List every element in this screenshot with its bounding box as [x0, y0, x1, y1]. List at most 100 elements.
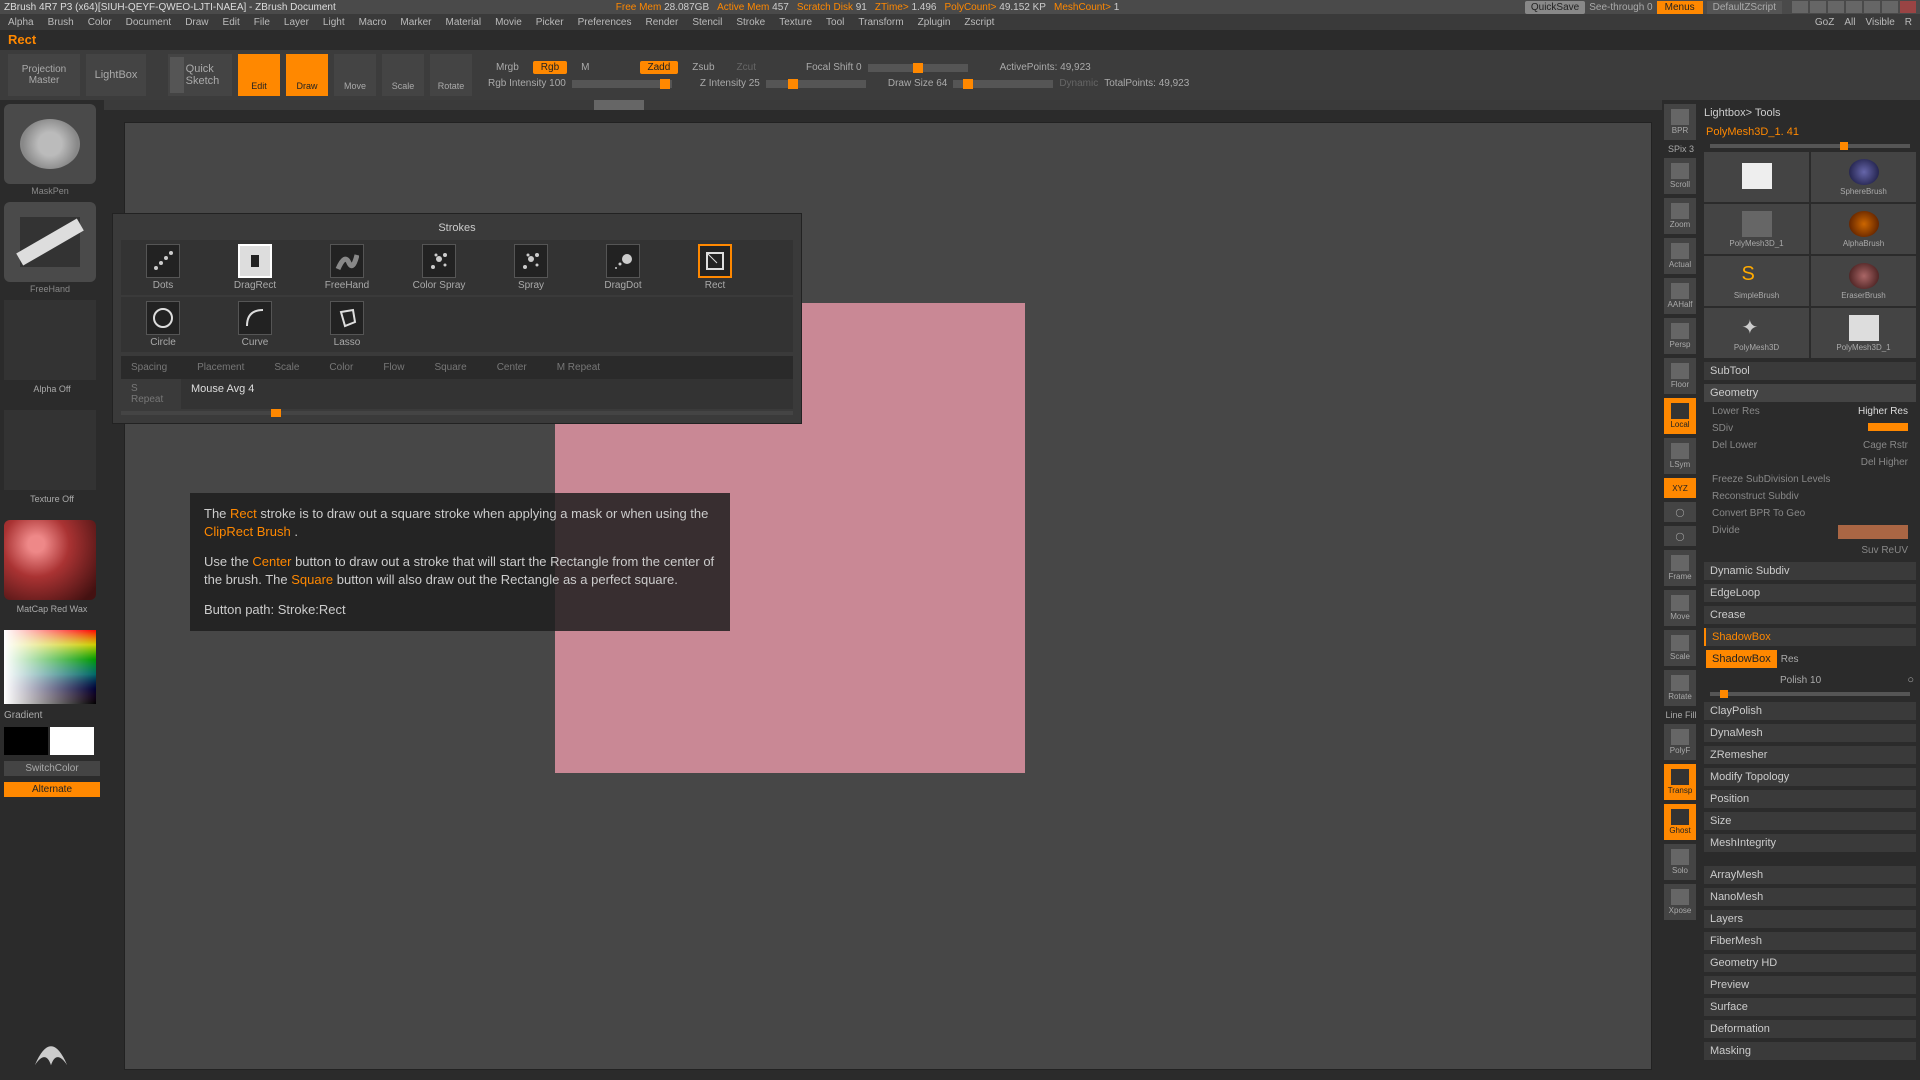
xyz-button[interactable]: XYZ — [1664, 478, 1696, 498]
tool-tile-poly2[interactable]: PolyMesh3D_1 — [1811, 308, 1916, 358]
dynamic-subdiv-section[interactable]: Dynamic Subdiv — [1704, 562, 1916, 580]
tool-slider[interactable] — [1710, 144, 1910, 148]
projection-master-button[interactable]: Projection Master — [8, 54, 80, 96]
tool-tile-sphere[interactable]: SphereBrush — [1811, 152, 1916, 202]
stroke-dragrect[interactable]: DragRect — [227, 244, 283, 291]
menu-stroke[interactable]: Stroke — [736, 17, 765, 28]
tool-tile-simple[interactable]: SSimpleBrush — [1704, 256, 1809, 306]
slider-scale[interactable]: Scale — [274, 362, 299, 373]
menu-zplugin[interactable]: Zplugin — [918, 17, 951, 28]
color-picker[interactable] — [4, 630, 96, 704]
m-button[interactable]: M — [573, 61, 597, 74]
transp-button[interactable]: Transp — [1664, 764, 1696, 800]
meshintegrity-section[interactable]: MeshIntegrity — [1704, 834, 1916, 852]
position-section[interactable]: Position — [1704, 790, 1916, 808]
stroke-dragdot[interactable]: DragDot — [595, 244, 651, 291]
minimize-icon[interactable] — [1864, 1, 1880, 13]
stroke-curve[interactable]: Curve — [227, 301, 283, 348]
dynamic-button[interactable]: Dynamic — [1059, 78, 1098, 89]
ghost-button[interactable]: Ghost — [1664, 804, 1696, 840]
quicksave-button[interactable]: QuickSave — [1525, 1, 1585, 14]
divide-btn[interactable] — [1838, 525, 1908, 539]
reconstruct-subdiv[interactable]: Reconstruct Subdiv — [1712, 491, 1799, 502]
frame-button[interactable]: Frame — [1664, 550, 1696, 586]
lower-res[interactable]: Lower Res — [1712, 406, 1760, 417]
alpha-thumb[interactable] — [4, 300, 96, 380]
stroke-thumb[interactable]: FreeHand — [4, 202, 96, 282]
texture-thumb[interactable] — [4, 410, 96, 490]
mrgb-button[interactable]: Mrgb — [488, 61, 527, 74]
solo-button[interactable]: Solo — [1664, 844, 1696, 880]
claypolish-section[interactable]: ClayPolish — [1704, 702, 1916, 720]
convert-bpr[interactable]: Convert BPR To Geo — [1712, 508, 1805, 519]
sdiv[interactable]: SDiv — [1712, 423, 1733, 434]
draw-size[interactable]: Draw Size 64 — [888, 78, 947, 89]
polish-circle-icon[interactable]: ○ — [1907, 674, 1914, 686]
menu-alpha[interactable]: Alpha — [8, 17, 34, 28]
geometryhd-section[interactable]: Geometry HD — [1704, 954, 1916, 972]
higher-res[interactable]: Higher Res — [1858, 406, 1908, 417]
lightbox-button[interactable]: LightBox — [86, 54, 146, 96]
menu-texture[interactable]: Texture — [779, 17, 812, 28]
tab-goz[interactable]: GoZ — [1815, 17, 1834, 28]
size-section[interactable]: Size — [1704, 812, 1916, 830]
surface-section[interactable]: Surface — [1704, 998, 1916, 1016]
win-icon[interactable] — [1792, 1, 1808, 13]
win-icon[interactable] — [1846, 1, 1862, 13]
switchcolor-button[interactable]: SwitchColor — [4, 761, 100, 776]
menu-marker[interactable]: Marker — [400, 17, 431, 28]
slider-color[interactable]: Color — [329, 362, 353, 373]
menu-draw[interactable]: Draw — [185, 17, 208, 28]
maximize-icon[interactable] — [1882, 1, 1898, 13]
rotate-button[interactable]: Rotate — [1664, 670, 1696, 706]
aahalf-button[interactable]: AAHalf — [1664, 278, 1696, 314]
swatch-white[interactable] — [50, 727, 94, 755]
tool-tile-poly[interactable]: ✦PolyMesh3D — [1704, 308, 1809, 358]
z-intensity[interactable]: Z Intensity 25 — [700, 78, 760, 89]
layers-section[interactable]: Layers — [1704, 910, 1916, 928]
actual-button[interactable]: Actual — [1664, 238, 1696, 274]
arraymesh-section[interactable]: ArrayMesh — [1704, 866, 1916, 884]
crease-section[interactable]: Crease — [1704, 606, 1916, 624]
gradient-label[interactable]: Gradient — [4, 710, 100, 721]
tool-tile-0[interactable] — [1704, 152, 1809, 202]
slider-mrepeat[interactable]: M Repeat — [557, 362, 600, 373]
modify-topology-section[interactable]: Modify Topology — [1704, 768, 1916, 786]
rgb-int-slider[interactable] — [572, 80, 672, 88]
shadowbox-polish[interactable]: Polish 10 — [1780, 675, 1903, 686]
del-lower[interactable]: Del Lower — [1712, 440, 1757, 451]
axis1-button[interactable]: ◯ — [1664, 502, 1696, 522]
mouse-avg-slider[interactable] — [121, 411, 793, 415]
doc-slider[interactable] — [104, 100, 1662, 110]
menu-zscript[interactable]: Zscript — [964, 17, 994, 28]
menu-brush[interactable]: Brush — [48, 17, 74, 28]
geometry-section[interactable]: Geometry — [1704, 384, 1916, 402]
rotate-mode[interactable]: Rotate — [430, 54, 472, 96]
menu-picker[interactable]: Picker — [536, 17, 564, 28]
mouse-avg[interactable]: Mouse Avg 4 — [181, 379, 793, 409]
stroke-lasso[interactable]: Lasso — [319, 301, 375, 348]
divide[interactable]: Divide — [1712, 525, 1740, 539]
zint-slider[interactable] — [766, 80, 866, 88]
menu-macro[interactable]: Macro — [359, 17, 387, 28]
stroke-rect[interactable]: Rect — [687, 244, 743, 291]
stroke-dots[interactable]: Dots — [135, 244, 191, 291]
tool-tile-eraser[interactable]: EraserBrush — [1811, 256, 1916, 306]
brush-thumb[interactable]: MaskPen — [4, 104, 96, 184]
move-mode[interactable]: Move — [334, 54, 376, 96]
shadowbox-section[interactable]: ShadowBox — [1704, 628, 1916, 646]
slider-flow[interactable]: Flow — [383, 362, 404, 373]
menu-preferences[interactable]: Preferences — [578, 17, 632, 28]
del-higher[interactable]: Del Higher — [1861, 457, 1908, 468]
lightbox-tools[interactable]: Lightbox> Tools — [1704, 104, 1916, 122]
rgb-intensity[interactable]: Rgb Intensity 100 — [488, 78, 566, 89]
dynamesh-section[interactable]: DynaMesh — [1704, 724, 1916, 742]
scale-mode[interactable]: Scale — [382, 54, 424, 96]
material-thumb[interactable] — [4, 520, 96, 600]
draw-mode[interactable]: Draw — [286, 54, 328, 96]
default-zscript[interactable]: DefaultZScript — [1707, 1, 1782, 14]
menu-transform[interactable]: Transform — [858, 17, 903, 28]
win-icon[interactable] — [1828, 1, 1844, 13]
persp-button[interactable]: Persp — [1664, 318, 1696, 354]
btn-square[interactable]: Square — [434, 362, 466, 373]
